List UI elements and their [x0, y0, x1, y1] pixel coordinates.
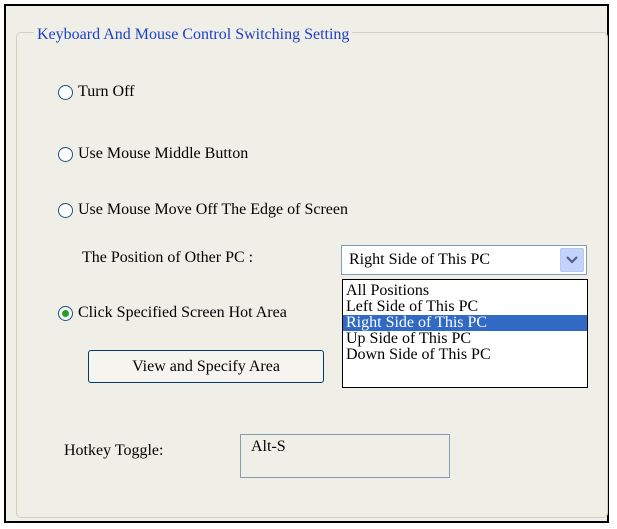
- dropdown-option[interactable]: Down Side of This PC: [343, 347, 587, 363]
- radio-edge-label: Use Mouse Move Off The Edge of Screen: [78, 201, 349, 218]
- dropdown-option[interactable]: Left Side of This PC: [343, 299, 587, 315]
- radio-circle-icon[interactable]: [58, 84, 73, 100]
- radio-middle-button-label: Use Mouse Middle Button: [78, 145, 249, 162]
- position-select-value: Right Side of This PC: [349, 251, 491, 268]
- radio-selected-dot: [62, 309, 69, 317]
- radio-turn-off[interactable]: Turn Off: [58, 83, 134, 101]
- radio-middle-button[interactable]: Use Mouse Middle Button: [58, 145, 248, 163]
- dropdown-option-selected[interactable]: Right Side of This PC: [343, 315, 587, 331]
- radio-circle-icon[interactable]: [58, 146, 73, 162]
- radio-hot-area-label: Click Specified Screen Hot Area: [78, 304, 287, 321]
- dropdown-option[interactable]: Up Side of This PC: [343, 331, 587, 347]
- group-title: Keyboard And Mouse Control Switching Set…: [34, 26, 353, 44]
- settings-panel: Keyboard And Mouse Control Switching Set…: [4, 4, 609, 523]
- radio-circle-icon[interactable]: [58, 202, 73, 218]
- hotkey-label: Hotkey Toggle:: [64, 442, 164, 459]
- position-dropdown-list: All Positions Left Side of This PC Right…: [342, 279, 588, 388]
- position-label: The Position of Other PC :: [82, 249, 254, 266]
- view-specify-area-button[interactable]: View and Specify Area: [88, 350, 324, 383]
- radio-hot-area[interactable]: Click Specified Screen Hot Area: [58, 304, 348, 322]
- radio-edge[interactable]: Use Mouse Move Off The Edge of Screen: [58, 201, 348, 219]
- position-select[interactable]: Right Side of This PC: [341, 245, 587, 275]
- chevron-down-icon[interactable]: [560, 248, 584, 272]
- hotkey-field[interactable]: Alt-S: [240, 434, 450, 478]
- radio-circle-icon[interactable]: [58, 305, 73, 321]
- radio-turn-off-label: Turn Off: [78, 83, 135, 100]
- hotkey-value: Alt-S: [251, 438, 286, 455]
- dropdown-option[interactable]: All Positions: [343, 283, 587, 299]
